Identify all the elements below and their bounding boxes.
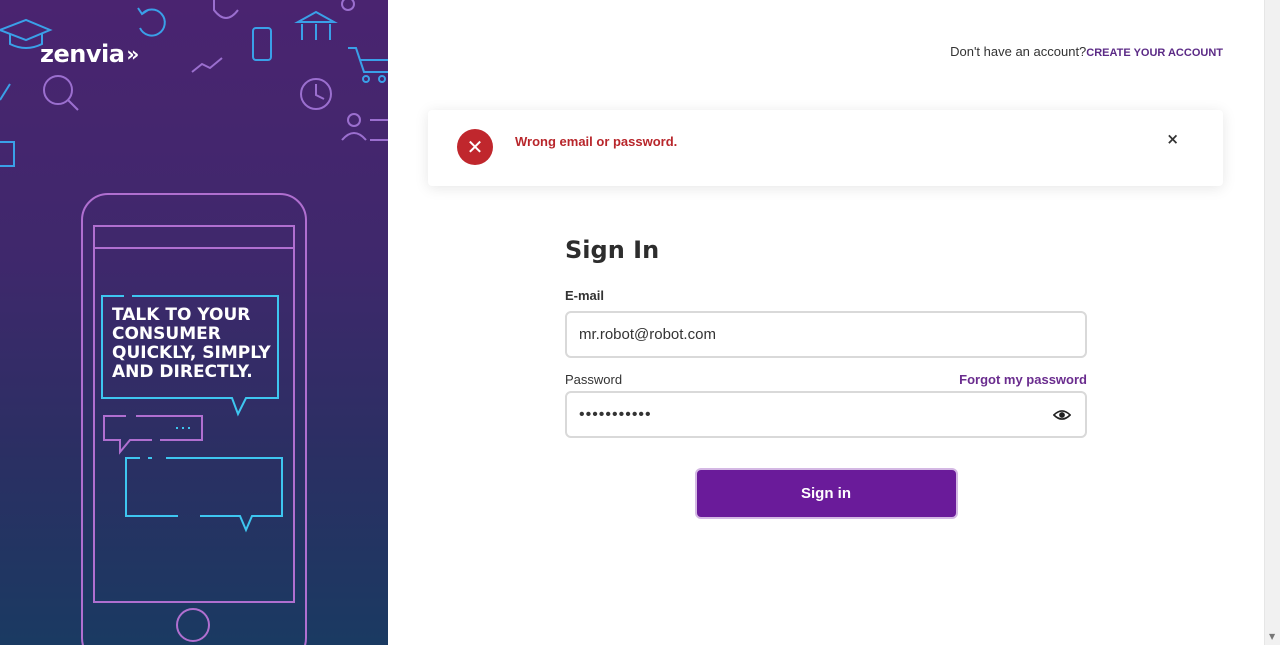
create-account-link[interactable]: CREATE YOUR ACCOUNT [1086,47,1223,59]
page-scrollbar[interactable]: ▼ [1264,0,1280,645]
sign-in-form: Sign In E-mail mr.robot@robot.com Passwo… [565,236,1087,519]
submit-row: Sign in [565,468,1087,519]
password-field[interactable]: ••••••••••• [565,391,1087,438]
error-x-icon: ✕ [457,129,493,165]
zenvia-logo[interactable]: zenvia » [40,40,139,68]
scroll-down-arrow-icon[interactable]: ▼ [1269,632,1275,641]
create-account-prompt: Don't have an account?CREATE YOUR ACCOUN… [950,44,1223,59]
logo-text: zenvia [40,40,125,68]
email-field[interactable]: mr.robot@robot.com [565,311,1087,358]
page-title: Sign In [565,236,660,264]
hero-panel: zenvia » TALK TO YOUR CONSUMER QUICKLY, … [0,0,388,645]
email-value: mr.robot@robot.com [579,326,716,343]
hero-tagline: TALK TO YOUR CONSUMER QUICKLY, SIMPLY AN… [112,305,271,382]
password-label-row: Password Forgot my password [565,372,1087,387]
show-password-eye-icon[interactable] [1053,406,1071,424]
email-label: E-mail [565,288,605,303]
error-alert: ✕ Wrong email or password. × [428,110,1223,186]
password-label: Password [565,372,623,387]
login-panel: Don't have an account?CREATE YOUR ACCOUN… [388,0,1264,645]
forgot-password-link[interactable]: Forgot my password [959,372,1087,387]
account-prompt-text: Don't have an account? [950,44,1087,59]
close-alert-button[interactable]: × [1166,130,1179,148]
sign-in-button[interactable]: Sign in [694,468,958,519]
password-value: ••••••••••• [579,405,652,423]
error-message: Wrong email or password. [515,134,678,149]
logo-mark-icon: » [126,42,139,66]
